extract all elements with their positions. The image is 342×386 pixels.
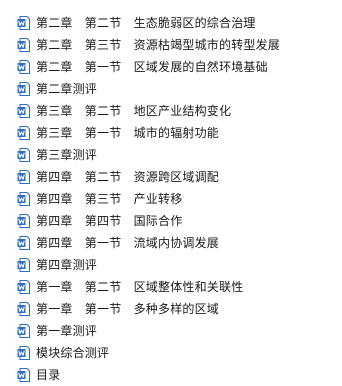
file-item[interactable]: 第三章 第二节 地区产业结构变化 xyxy=(0,100,342,122)
file-item[interactable]: 第二章测评 xyxy=(0,78,342,100)
word-document-icon xyxy=(17,170,30,184)
file-item[interactable]: 第四章 第三节 产业转移 xyxy=(0,188,342,210)
file-name: 第一章测评 xyxy=(36,324,98,338)
word-document-icon xyxy=(17,148,30,162)
file-name: 第四章 第三节 产业转移 xyxy=(36,192,183,206)
file-item[interactable]: 第一章 第一节 多种多样的区域 xyxy=(0,298,342,320)
word-document-icon xyxy=(17,236,30,250)
file-item[interactable]: 第二章 第一节 区域发展的自然环境基础 xyxy=(0,56,342,78)
file-list: 第二章 第二节 生态脆弱区的综合治理第二章 第三节 资源枯竭型城市的转型发展 第二… xyxy=(0,12,342,386)
file-item[interactable]: 第四章 第一节 流域内协调发展 xyxy=(0,232,342,254)
file-item[interactable]: 第一章 第二节 区域整体性和关联性 xyxy=(0,276,342,298)
file-name: 第四章 第四节 国际合作 xyxy=(36,214,183,228)
file-name: 第三章测评 xyxy=(36,148,98,162)
file-item[interactable]: 第二章 第二节 生态脆弱区的综合治理 xyxy=(0,12,342,34)
word-document-icon xyxy=(17,258,30,272)
file-item[interactable]: 第四章 第四节 国际合作 xyxy=(0,210,342,232)
file-item[interactable]: 第四章 第二节 资源跨区域调配 xyxy=(0,166,342,188)
file-name: 第四章 第二节 资源跨区域调配 xyxy=(36,170,220,184)
word-document-icon xyxy=(17,126,30,140)
file-item[interactable]: 第二章 第三节 资源枯竭型城市的转型发展 xyxy=(0,34,342,56)
word-document-icon xyxy=(17,214,30,228)
file-item[interactable]: 模块综合测评 xyxy=(0,342,342,364)
file-name: 第二章测评 xyxy=(36,82,98,96)
word-document-icon xyxy=(17,82,30,96)
word-document-icon xyxy=(17,60,30,74)
file-item[interactable]: 第四章测评 xyxy=(0,254,342,276)
file-name: 模块综合测评 xyxy=(36,346,110,360)
word-document-icon xyxy=(17,192,30,206)
file-name: 第二章 第二节 生态脆弱区的综合治理 xyxy=(36,16,256,30)
file-name: 第三章 第二节 地区产业结构变化 xyxy=(36,104,232,118)
word-document-icon xyxy=(17,280,30,294)
file-name: 第三章 第一节 城市的辐射功能 xyxy=(36,126,220,140)
file-name: 目录 xyxy=(36,368,61,382)
file-name: 第四章 第一节 流域内协调发展 xyxy=(36,236,220,250)
word-document-icon xyxy=(17,346,30,360)
word-document-icon xyxy=(17,302,30,316)
file-item[interactable]: 第三章测评 xyxy=(0,144,342,166)
word-document-icon xyxy=(17,104,30,118)
file-item[interactable]: 目录 xyxy=(0,364,342,386)
file-name: 第一章 第二节 区域整体性和关联性 xyxy=(36,280,244,294)
file-name: 第二章 第三节 资源枯竭型城市的转型发展 xyxy=(36,38,281,52)
file-item[interactable]: 第一章测评 xyxy=(0,320,342,342)
word-document-icon xyxy=(17,368,30,382)
file-name: 第一章 第一节 多种多样的区域 xyxy=(36,302,220,316)
word-document-icon xyxy=(17,324,30,338)
word-document-icon xyxy=(17,16,30,30)
file-item[interactable]: 第三章 第一节 城市的辐射功能 xyxy=(0,122,342,144)
file-name: 第四章测评 xyxy=(36,258,98,272)
file-name: 第二章 第一节 区域发展的自然环境基础 xyxy=(36,60,268,74)
word-document-icon xyxy=(17,38,30,52)
